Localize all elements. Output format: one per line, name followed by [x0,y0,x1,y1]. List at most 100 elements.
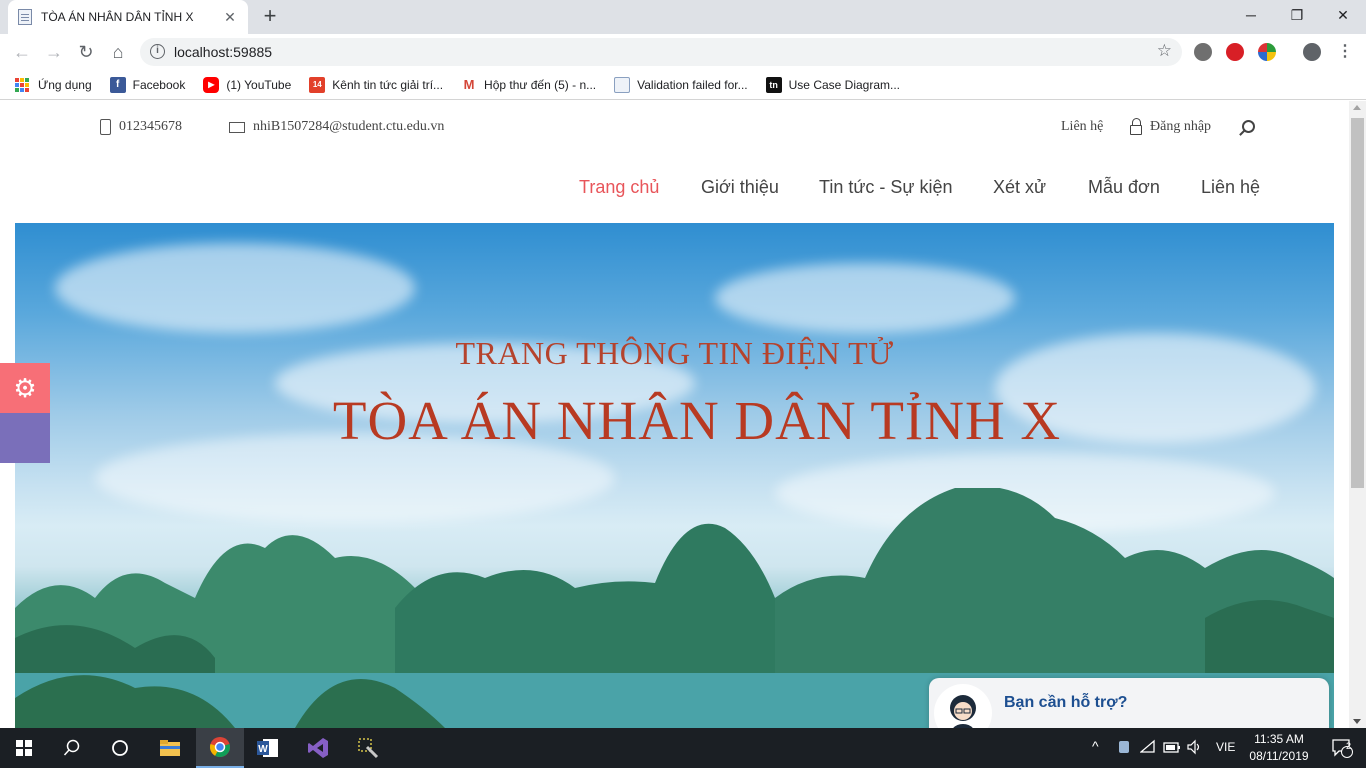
menu-kebab-icon[interactable]: ⋮ [1333,40,1357,64]
bookmark-youtube[interactable]: ▶ (1) YouTube [203,76,292,93]
visual-studio-icon [308,738,328,758]
site-info-icon[interactable]: i [150,44,165,59]
extension-yab-icon[interactable] [1226,43,1244,61]
scroll-thumb[interactable] [1351,118,1364,488]
nav-item-forms[interactable]: Mẫu đơn [1088,177,1160,198]
hero-banner: TRANG THÔNG TIN ĐIỆN TỬ TÒA ÁN NHÂN DÂN … [15,223,1334,728]
language-indicator[interactable]: VIE [1216,740,1235,754]
home-icon[interactable]: ⌂ [106,40,130,64]
bookmark-label: Kênh tin tức giải trí... [332,77,444,92]
nav-item-home[interactable]: Trang chủ [579,177,659,198]
bookmark-label: Facebook [132,77,186,92]
mail-icon [229,121,245,133]
browser-tab[interactable]: TÒA ÁN NHÂN DÂN TỈNH X ✕ [8,0,248,34]
cortana-circle-icon [112,740,128,756]
word-taskbar-button[interactable]: W [244,728,292,768]
tray-network-drive-icon[interactable] [1116,739,1132,758]
bookmark-validation[interactable]: Validation failed for... [614,76,748,93]
gear-icon: ⚙ [13,373,37,403]
word-icon: W [257,739,278,757]
taskbar-search-button[interactable] [48,728,96,768]
notification-count: 2 [1346,741,1352,751]
tray-chevron-icon[interactable]: ^ [1092,738,1099,754]
windows-taskbar: W ^ VIE 11:35 AM 08/11/2019 2 [0,728,1366,768]
windows-logo-icon [16,740,32,756]
svg-text:W: W [258,744,268,755]
volume-icon[interactable] [1186,739,1204,758]
tools-icon [358,738,379,759]
side-panel-button[interactable] [0,413,50,463]
support-chat-widget[interactable]: Bạn cần hỗ trợ? [929,678,1329,728]
back-arrow-icon[interactable]: ← [10,40,34,64]
email-info: nhiB1507284@student.ctu.edu.vn [229,119,444,135]
page-viewport: 012345678 nhiB1507284@student.ctu.edu.vn… [0,101,1366,728]
phone-number: 012345678 [119,119,182,134]
bookmark-label: Validation failed for... [637,77,748,92]
top-info-bar: 012345678 nhiB1507284@student.ctu.edu.vn… [0,101,1349,153]
support-avatar [934,684,992,728]
reload-icon[interactable]: ↻ [74,40,98,64]
phone-info: 012345678 [100,119,182,135]
battery-icon[interactable] [1163,739,1181,758]
page-icon [18,9,32,25]
close-window-button[interactable]: ✕ [1320,0,1366,30]
hero-title: TÒA ÁN NHÂN DÂN TỈNH X [332,390,1062,451]
action-center-button[interactable]: 2 [1318,728,1366,768]
nav-item-about[interactable]: Giới thiệu [701,177,779,198]
tools-taskbar-button[interactable] [344,728,392,768]
document-icon [614,76,631,93]
facebook-icon: f [109,76,126,93]
nav-item-news[interactable]: Tin tức - Sự kiện [819,177,952,198]
bookmark-apps[interactable]: Ứng dụng [15,77,92,92]
nav-item-contact[interactable]: Liên hệ [1201,177,1260,198]
maximize-button[interactable]: ❐ [1274,0,1320,30]
clock-time: 11:35 AM [1254,732,1304,746]
login-label: Đăng nhập [1150,119,1212,134]
minimize-button[interactable]: ─ [1228,0,1274,30]
login-link[interactable]: Đăng nhập [1130,117,1212,135]
bookmark-gmail[interactable]: M Hộp thư đến (5) - n... [461,76,597,93]
extension-play-icon[interactable] [1194,43,1212,61]
file-explorer-button[interactable] [146,728,194,768]
scroll-down-icon[interactable] [1353,719,1361,724]
new-tab-button[interactable]: + [258,4,282,28]
tab-title: TÒA ÁN NHÂN DÂN TỈNH X [41,10,194,24]
bookmarks-bar: Ứng dụng f Facebook ▶ (1) YouTube 14 Kên… [0,70,1366,100]
start-button[interactable] [0,728,48,768]
scroll-up-icon[interactable] [1353,105,1361,110]
bookmark-label: Hộp thư đến (5) - n... [484,77,597,92]
main-navigation: Trang chủ Giới thiệu Tin tức - Sự kiện X… [0,177,1349,201]
bookmark-label: (1) YouTube [226,77,292,92]
taskbar-clock[interactable]: 11:35 AM 08/11/2019 [1244,731,1314,765]
task-view-button[interactable] [96,728,144,768]
bookmark-use-case[interactable]: tn Use Case Diagram... [765,76,901,93]
youtube-icon: ▶ [203,76,220,93]
phone-icon [100,119,111,135]
address-bar[interactable]: i localhost:59885 ☆ [140,38,1182,66]
nav-item-trials[interactable]: Xét xử [993,177,1046,198]
bookmark-facebook[interactable]: f Facebook [109,76,186,93]
tab-close-icon[interactable]: ✕ [222,9,238,26]
lock-icon [1130,117,1142,135]
clock-date: 08/11/2019 [1249,749,1309,763]
top-contact-link[interactable]: Liên hệ [1061,119,1103,135]
apps-grid-icon [15,77,29,92]
bookmark-kenh14[interactable]: 14 Kênh tin tức giải trí... [309,76,444,93]
search-icon[interactable] [1242,120,1255,133]
profile-avatar-icon[interactable] [1303,43,1321,61]
browser-toolbar: ← → ↻ ⌂ i localhost:59885 ☆ ⋮ [0,34,1366,70]
forward-arrow-icon[interactable]: → [42,40,66,64]
visual-studio-taskbar-button[interactable] [294,728,342,768]
browser-tab-strip: TÒA ÁN NHÂN DÂN TỈNH X ✕ + ─ ❐ ✕ [0,0,1366,34]
chrome-taskbar-button[interactable] [196,728,244,768]
folder-icon [160,740,180,756]
bookmark-star-icon[interactable]: ☆ [1157,41,1172,61]
bookmark-label: Use Case Diagram... [788,77,901,92]
settings-gear-button[interactable]: ⚙ [0,363,50,413]
url-text[interactable]: localhost:59885 [174,44,272,60]
extension-globe-icon[interactable] [1258,43,1276,61]
search-icon [63,739,80,756]
email-address: nhiB1507284@student.ctu.edu.vn [253,119,445,134]
page-scrollbar[interactable] [1349,101,1366,728]
wifi-icon[interactable] [1139,739,1156,758]
